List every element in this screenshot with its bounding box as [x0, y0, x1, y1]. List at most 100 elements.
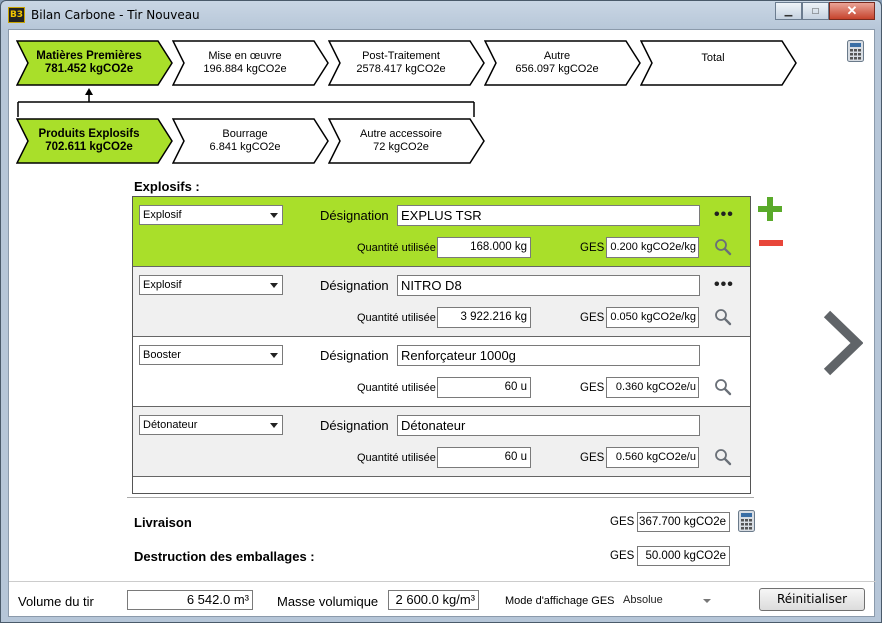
step-value: 2578.417 kgCO2e	[356, 63, 446, 75]
divider	[127, 497, 754, 498]
ges-label: GES	[580, 242, 605, 254]
list-item[interactable]: Booster Désignation Renforçateur 1000g Q…	[133, 337, 750, 407]
destruction-ges-label: GES	[610, 550, 635, 562]
step-value: 196.884 kgCO2e	[203, 63, 287, 75]
ges-input[interactable]: 0.050 kgCO2e/kg	[606, 307, 699, 328]
minimize-button[interactable]: ▁	[775, 2, 802, 20]
quantity-input[interactable]: 3 922.216 kg	[437, 307, 531, 328]
calculator-icon[interactable]	[738, 510, 755, 532]
substep-autre-accessoire[interactable]: Autre accessoire 72 kgCO2e	[328, 118, 486, 164]
calculator-icon[interactable]	[847, 40, 864, 62]
step-matieres-premieres[interactable]: Matières Premières 781.452 kgCO2e	[16, 40, 174, 86]
designation-label: Désignation	[320, 348, 389, 363]
footer-divider	[9, 581, 876, 582]
type-select[interactable]: Explosif	[139, 275, 283, 295]
ges-label: GES	[580, 312, 605, 324]
app-logo-icon: B3	[8, 7, 25, 23]
quantity-input[interactable]: 60 u	[437, 447, 531, 468]
type-select-value: Explosif	[143, 209, 182, 221]
quantity-input[interactable]: 60 u	[437, 377, 531, 398]
quantity-label: Quantité utilisée	[357, 382, 436, 394]
ges-input[interactable]: 0.200 kgCO2e/kg	[606, 237, 699, 258]
minimize-icon: ▁	[784, 5, 793, 17]
close-icon: ✕	[846, 3, 858, 18]
designation-input[interactable]: Renforçateur 1000g	[397, 345, 700, 366]
more-options-button[interactable]: •••	[714, 276, 734, 294]
step-label: Produits Explosifs	[38, 128, 140, 140]
designation-label: Désignation	[320, 278, 389, 293]
step-mise-en-oeuvre[interactable]: Mise en œuvre 196.884 kgCO2e	[172, 40, 330, 86]
add-item-button[interactable]	[757, 196, 783, 222]
livraison-ges-input[interactable]: 367.700 kgCO2e	[637, 512, 730, 532]
quantity-label: Quantité utilisée	[357, 452, 436, 464]
step-label: Autre accessoire	[360, 128, 442, 140]
step-value: 781.452 kgCO2e	[44, 63, 134, 75]
quantity-label: Quantité utilisée	[357, 312, 436, 324]
mode-label: Mode d'affichage GES	[505, 595, 615, 607]
window-title: Bilan Carbone - Tir Nouveau	[31, 8, 200, 22]
list-item[interactable]: Explosif Désignation EXPLUS TSR ••• Quan…	[133, 197, 750, 267]
step-label: Total	[701, 52, 725, 64]
type-select-value: Détonateur	[143, 419, 198, 431]
step-label: Post-Traitement	[362, 50, 440, 62]
more-options-button[interactable]: •••	[714, 206, 734, 224]
app-window: B3 Bilan Carbone - Tir Nouveau ▁ □ ✕ Mat…	[0, 0, 882, 623]
destruction-ges-input[interactable]: 50.000 kgCO2e	[637, 546, 730, 566]
livraison-ges-label: GES	[610, 516, 635, 528]
search-icon[interactable]	[714, 448, 732, 466]
search-icon[interactable]	[714, 378, 732, 396]
list-item[interactable]: Détonateur Désignation Détonateur Quanti…	[133, 407, 750, 477]
step-label: Autre	[543, 50, 571, 62]
mode-select[interactable]: Absolue	[619, 591, 715, 610]
maximize-button[interactable]: □	[802, 2, 829, 20]
list-item[interactable]: Explosif Désignation NITRO D8 ••• Quanti…	[133, 267, 750, 337]
chevron-down-icon	[270, 353, 278, 358]
close-button[interactable]: ✕	[829, 2, 875, 20]
explosifs-list: Explosif Désignation EXPLUS TSR ••• Quan…	[132, 196, 751, 494]
chevron-down-icon	[270, 423, 278, 428]
volume-input[interactable]: 6 542.0 m³	[127, 590, 253, 610]
step-label: Mise en œuvre	[208, 50, 282, 62]
maximize-icon: □	[812, 5, 819, 17]
main-panel: Matières Premières 781.452 kgCO2e Mise en…	[8, 29, 876, 617]
chevron-down-icon	[270, 283, 278, 288]
volume-label: Volume du tir	[18, 594, 94, 609]
type-select[interactable]: Explosif	[139, 205, 283, 225]
step-post-traitement[interactable]: Post-Traitement 2578.417 kgCO2e	[328, 40, 486, 86]
step-label: Matières Premières	[36, 50, 142, 62]
step-value: 6.841 kgCO2e	[209, 141, 281, 153]
designation-label: Désignation	[320, 418, 389, 433]
search-icon[interactable]	[714, 238, 732, 256]
mode-select-value: Absolue	[623, 594, 663, 606]
masse-input[interactable]: 2 600.0 kg/m³	[388, 590, 479, 610]
remove-item-button[interactable]	[759, 240, 783, 246]
step-value: 702.611 kgCO2e	[45, 141, 133, 153]
explosifs-title: Explosifs :	[134, 179, 200, 194]
ges-label: GES	[580, 382, 605, 394]
step-value: 72 kgCO2e	[373, 141, 429, 153]
next-arrow-icon[interactable]	[821, 310, 863, 376]
step-label: Bourrage	[222, 128, 268, 140]
substep-bourrage[interactable]: Bourrage 6.841 kgCO2e	[172, 118, 330, 164]
reset-button[interactable]: Réinitialiser	[759, 588, 865, 611]
step-autre[interactable]: Autre 656.097 kgCO2e	[484, 40, 642, 86]
quantity-input[interactable]: 168.000 kg	[437, 237, 531, 258]
type-select[interactable]: Détonateur	[139, 415, 283, 435]
designation-input[interactable]: EXPLUS TSR	[397, 205, 700, 226]
title-bar[interactable]: B3 Bilan Carbone - Tir Nouveau ▁ □ ✕	[1, 1, 881, 29]
designation-label: Désignation	[320, 208, 389, 223]
ges-input[interactable]: 0.360 kgCO2e/u	[606, 377, 699, 398]
chevron-down-icon	[270, 213, 278, 218]
type-select[interactable]: Booster	[139, 345, 283, 365]
designation-input[interactable]: Détonateur	[397, 415, 700, 436]
chevron-down-icon	[703, 599, 711, 603]
type-select-value: Booster	[143, 349, 181, 361]
search-icon[interactable]	[714, 308, 732, 326]
destruction-label: Destruction des emballages :	[134, 549, 315, 564]
step-total[interactable]: Total	[640, 40, 798, 86]
ges-input[interactable]: 0.560 kgCO2e/u	[606, 447, 699, 468]
designation-input[interactable]: NITRO D8	[397, 275, 700, 296]
ges-label: GES	[580, 452, 605, 464]
livraison-label: Livraison	[134, 515, 192, 530]
substep-produits-explosifs[interactable]: Produits Explosifs 702.611 kgCO2e	[16, 118, 174, 164]
